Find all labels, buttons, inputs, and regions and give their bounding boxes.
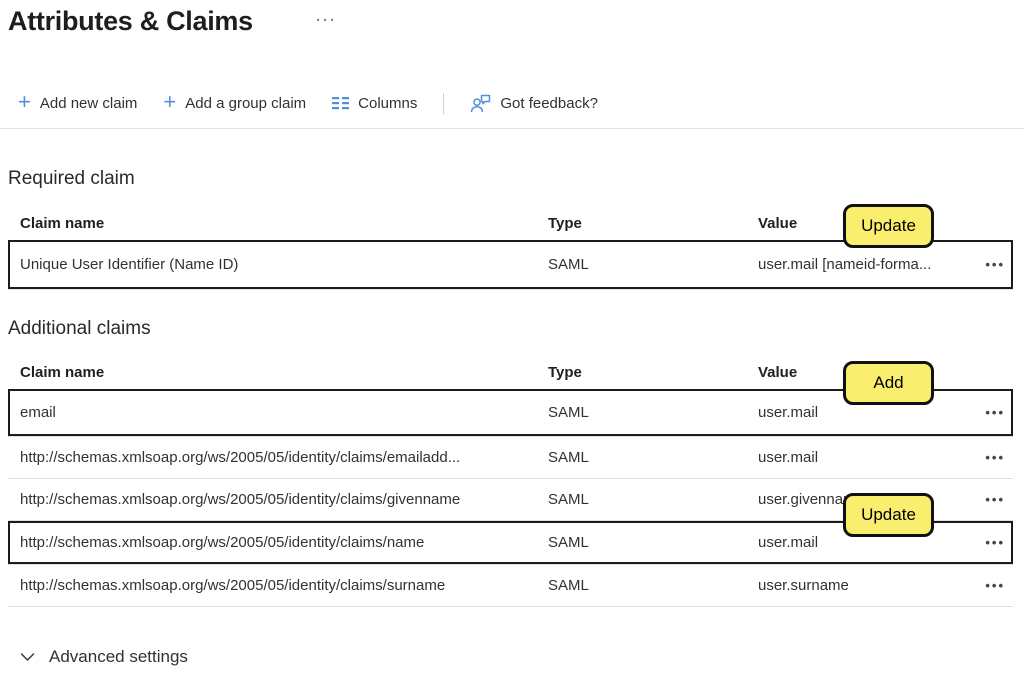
- row-actions-menu[interactable]: •••: [961, 535, 1007, 550]
- row-actions-menu[interactable]: •••: [961, 450, 1007, 465]
- row-actions-menu[interactable]: •••: [961, 257, 1007, 272]
- row-actions-menu[interactable]: •••: [961, 492, 1007, 507]
- advanced-settings-label: Advanced settings: [49, 647, 188, 667]
- claim-type-cell: SAML: [548, 404, 758, 421]
- table-row[interactable]: http://schemas.xmlsoap.org/ws/2005/05/id…: [8, 565, 1013, 607]
- claim-type-cell: SAML: [548, 577, 758, 594]
- claim-type-cell: SAML: [548, 256, 758, 273]
- got-feedback-label: Got feedback?: [500, 95, 598, 112]
- add-new-claim-label: Add new claim: [40, 95, 138, 112]
- columns-icon: [332, 97, 349, 110]
- chevron-down-icon: [20, 652, 35, 662]
- claim-name-cell[interactable]: http://schemas.xmlsoap.org/ws/2005/05/id…: [20, 577, 548, 594]
- claim-name-cell[interactable]: http://schemas.xmlsoap.org/ws/2005/05/id…: [20, 534, 548, 551]
- plus-icon: +: [163, 91, 176, 113]
- annotation-callout-update-name: Update: [843, 493, 934, 537]
- column-header-claim-name: Claim name: [20, 364, 548, 381]
- column-header-claim-name: Claim name: [20, 215, 548, 232]
- table-row[interactable]: http://schemas.xmlsoap.org/ws/2005/05/id…: [8, 437, 1013, 479]
- claim-type-cell: SAML: [548, 491, 758, 508]
- claim-value-cell: user.mail: [758, 404, 961, 421]
- toolbar-separator: [0, 128, 1024, 129]
- toolbar-divider: [443, 93, 444, 114]
- row-actions-menu[interactable]: •••: [961, 405, 1007, 420]
- claim-type-cell: SAML: [548, 449, 758, 466]
- command-bar: + Add new claim + Add a group claim Colu…: [18, 88, 598, 118]
- plus-icon: +: [18, 91, 31, 113]
- got-feedback-button[interactable]: Got feedback?: [470, 94, 598, 113]
- required-claim-section-title: Required claim: [8, 168, 135, 190]
- claim-name-cell[interactable]: email: [20, 404, 548, 421]
- columns-label: Columns: [358, 95, 417, 112]
- column-header-type: Type: [548, 364, 758, 381]
- page-title: Attributes & Claims: [8, 6, 253, 37]
- claim-value-cell: user.mail: [758, 449, 961, 466]
- claim-name-cell[interactable]: http://schemas.xmlsoap.org/ws/2005/05/id…: [20, 491, 548, 508]
- additional-claims-section-title: Additional claims: [8, 318, 151, 340]
- claim-value-cell: user.surname: [758, 577, 961, 594]
- columns-button[interactable]: Columns: [332, 95, 417, 112]
- add-group-claim-label: Add a group claim: [185, 95, 306, 112]
- claim-name-cell[interactable]: http://schemas.xmlsoap.org/ws/2005/05/id…: [20, 449, 548, 466]
- claim-name-cell[interactable]: Unique User Identifier (Name ID): [20, 256, 548, 273]
- column-header-type: Type: [548, 215, 758, 232]
- add-new-claim-button[interactable]: + Add new claim: [18, 94, 137, 113]
- add-group-claim-button[interactable]: + Add a group claim: [163, 94, 306, 113]
- advanced-settings-toggle[interactable]: Advanced settings: [20, 644, 188, 670]
- claim-value-cell: user.mail [nameid-forma...: [758, 256, 961, 273]
- page-title-more-menu[interactable]: ···: [316, 12, 337, 29]
- claim-type-cell: SAML: [548, 534, 758, 551]
- annotation-callout-update-required: Update: [843, 204, 934, 248]
- row-actions-menu[interactable]: •••: [961, 578, 1007, 593]
- feedback-icon: [470, 94, 491, 113]
- annotation-callout-add-email: Add: [843, 361, 934, 405]
